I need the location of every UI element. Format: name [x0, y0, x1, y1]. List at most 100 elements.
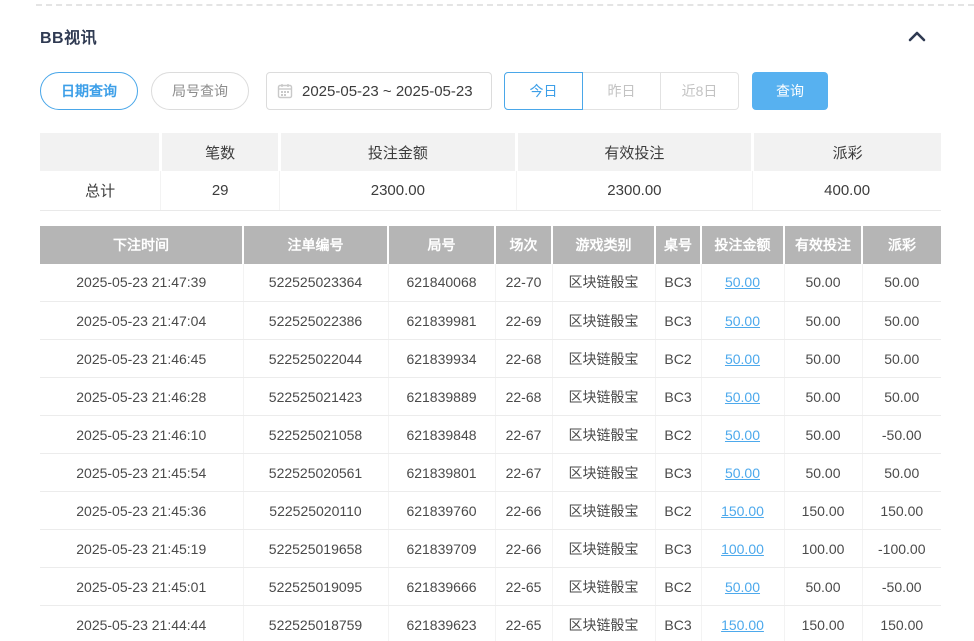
- bet-amount-link[interactable]: 150.00: [721, 617, 764, 633]
- cell-bet-amount: 50.00: [701, 416, 784, 454]
- col-header-valid-bet: 有效投注: [784, 226, 862, 264]
- cell-order-id: 522525021058: [243, 416, 388, 454]
- cell-order-id: 522525020110: [243, 492, 388, 530]
- cell-order-id: 522525019095: [243, 568, 388, 606]
- cell-game-type: 区块链骰宝: [552, 302, 655, 340]
- cell-bet-time: 2025-05-23 21:44:44: [40, 606, 243, 641]
- cell-bet-time: 2025-05-23 21:45:01: [40, 568, 243, 606]
- cell-session: 22-65: [495, 606, 552, 641]
- cell-payout: -100.00: [862, 530, 941, 568]
- table-row: 2025-05-23 21:45:19522525019658621839709…: [40, 530, 941, 568]
- cell-valid-bet: 50.00: [784, 416, 862, 454]
- bet-amount-link[interactable]: 50.00: [725, 465, 760, 481]
- cell-table-no: BC3: [655, 302, 701, 340]
- bet-amount-link[interactable]: 50.00: [725, 579, 760, 595]
- cell-payout: 50.00: [862, 302, 941, 340]
- cell-round-id: 621839848: [388, 416, 495, 454]
- bet-amount-link[interactable]: 50.00: [725, 427, 760, 443]
- cell-game-type: 区块链骰宝: [552, 340, 655, 378]
- table-row: 2025-05-23 21:46:28522525021423621839889…: [40, 378, 941, 416]
- cell-bet-amount: 50.00: [701, 378, 784, 416]
- cell-bet-time: 2025-05-23 21:47:39: [40, 264, 243, 302]
- cell-table-no: BC3: [655, 454, 701, 492]
- cell-valid-bet: 50.00: [784, 568, 862, 606]
- cell-payout: 50.00: [862, 264, 941, 302]
- date-range-picker[interactable]: 2025-05-23 ~ 2025-05-23: [266, 72, 492, 110]
- bb-video-section: BB视讯 日期查询 局号查询: [0, 23, 974, 641]
- table-row: 2025-05-23 21:45:01522525019095621839666…: [40, 568, 941, 606]
- cell-bet-time: 2025-05-23 21:47:04: [40, 302, 243, 340]
- cell-payout: 50.00: [862, 454, 941, 492]
- tab-round-query[interactable]: 局号查询: [151, 72, 249, 110]
- cell-game-type: 区块链骰宝: [552, 416, 655, 454]
- col-header-payout: 派彩: [862, 226, 941, 264]
- cell-session: 22-67: [495, 454, 552, 492]
- date-range-value: 2025-05-23 ~ 2025-05-23: [302, 83, 473, 100]
- cell-bet-amount: 150.00: [701, 606, 784, 641]
- cell-valid-bet: 150.00: [784, 606, 862, 641]
- cell-bet-time: 2025-05-23 21:45:36: [40, 492, 243, 530]
- cell-round-id: 621840068: [388, 264, 495, 302]
- summary-total-label: 总计: [40, 171, 161, 210]
- summary-bet-amount: 2300.00: [280, 171, 517, 210]
- cell-round-id: 621839709: [388, 530, 495, 568]
- cell-valid-bet: 50.00: [784, 340, 862, 378]
- bet-amount-link[interactable]: 100.00: [721, 541, 764, 557]
- bet-amount-link[interactable]: 50.00: [725, 313, 760, 329]
- bet-table-header-row: 下注时间注单编号局号场次游戏类别桌号投注金额有效投注派彩: [40, 226, 941, 264]
- top-dashed-divider: [36, 4, 974, 6]
- bet-amount-link[interactable]: 50.00: [725, 351, 760, 367]
- query-toolbar: 日期查询 局号查询 2025-05-23 ~ 2025-05-23 今日: [40, 72, 941, 110]
- tab-date-query[interactable]: 日期查询: [40, 72, 138, 110]
- chevron-up-icon: [908, 30, 926, 42]
- cell-table-no: BC3: [655, 530, 701, 568]
- cell-order-id: 522525022386: [243, 302, 388, 340]
- bet-amount-link[interactable]: 150.00: [721, 503, 764, 519]
- cell-game-type: 区块链骰宝: [552, 492, 655, 530]
- table-row: 2025-05-23 21:47:04522525022386621839981…: [40, 302, 941, 340]
- search-button[interactable]: 查询: [752, 72, 828, 110]
- cell-order-id: 522525022044: [243, 340, 388, 378]
- cell-table-no: BC2: [655, 416, 701, 454]
- col-header-bet-amount: 投注金额: [701, 226, 784, 264]
- cell-payout: -50.00: [862, 416, 941, 454]
- cell-session: 22-68: [495, 378, 552, 416]
- cell-valid-bet: 50.00: [784, 454, 862, 492]
- collapse-section-button[interactable]: [904, 23, 930, 49]
- cell-table-no: BC2: [655, 492, 701, 530]
- cell-round-id: 621839760: [388, 492, 495, 530]
- cell-round-id: 621839623: [388, 606, 495, 641]
- table-row: 2025-05-23 21:45:54522525020561621839801…: [40, 454, 941, 492]
- cell-round-id: 621839981: [388, 302, 495, 340]
- cell-session: 22-65: [495, 568, 552, 606]
- cell-bet-time: 2025-05-23 21:45:19: [40, 530, 243, 568]
- cell-table-no: BC3: [655, 264, 701, 302]
- quick-btn-yesterday[interactable]: 昨日: [582, 72, 661, 110]
- quick-btn-last8days[interactable]: 近8日: [660, 72, 739, 110]
- cell-session: 22-66: [495, 530, 552, 568]
- cell-game-type: 区块链骰宝: [552, 378, 655, 416]
- cell-payout: 50.00: [862, 340, 941, 378]
- summary-header-3: 有效投注: [516, 133, 753, 171]
- table-row: 2025-05-23 21:45:36522525020110621839760…: [40, 492, 941, 530]
- summary-header-1: 笔数: [161, 133, 280, 171]
- cell-valid-bet: 50.00: [784, 264, 862, 302]
- col-header-table-no: 桌号: [655, 226, 701, 264]
- table-row: 2025-05-23 21:46:45522525022044621839934…: [40, 340, 941, 378]
- cell-order-id: 522525020561: [243, 454, 388, 492]
- cell-table-no: BC2: [655, 568, 701, 606]
- summary-valid-bet: 2300.00: [516, 171, 753, 210]
- summary-header-row: 笔数投注金额有效投注派彩: [40, 133, 941, 171]
- cell-game-type: 区块链骰宝: [552, 606, 655, 641]
- bet-amount-link[interactable]: 50.00: [725, 274, 760, 290]
- section-header: BB视讯: [40, 23, 941, 49]
- page-title: BB视讯: [40, 24, 97, 48]
- summary-table: 笔数投注金额有效投注派彩 总计 29 2300.00 2300.00 400.0…: [40, 133, 941, 211]
- cell-session: 22-68: [495, 340, 552, 378]
- bet-amount-link[interactable]: 50.00: [725, 389, 760, 405]
- summary-count: 29: [161, 171, 280, 210]
- quick-btn-today[interactable]: 今日: [504, 72, 583, 110]
- cell-table-no: BC3: [655, 606, 701, 641]
- cell-bet-time: 2025-05-23 21:45:54: [40, 454, 243, 492]
- cell-bet-amount: 50.00: [701, 264, 784, 302]
